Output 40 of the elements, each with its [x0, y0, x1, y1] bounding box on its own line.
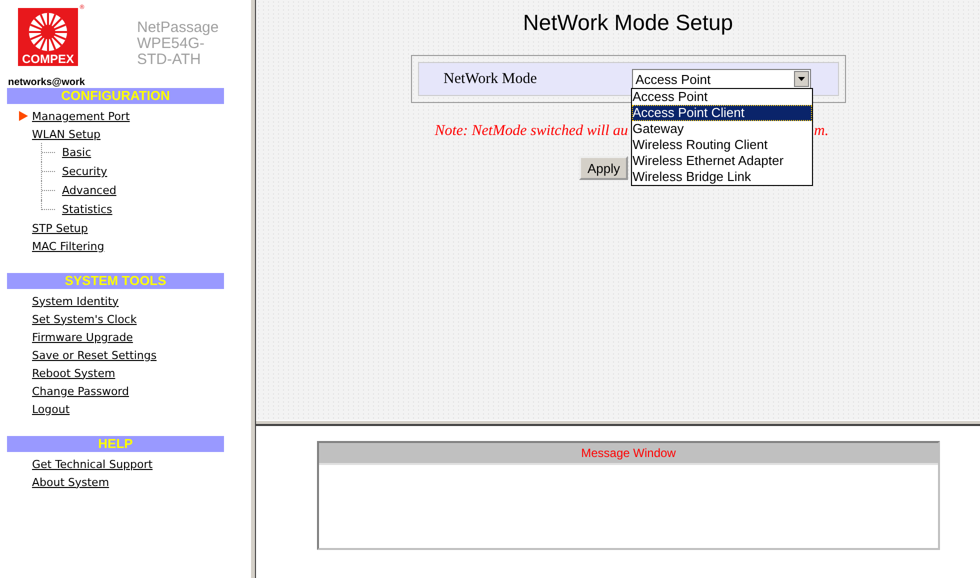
dropdown-option[interactable]: Gateway: [632, 121, 812, 137]
section-header: SYSTEM TOOLS: [7, 273, 224, 289]
tagline: networks@work: [8, 77, 86, 88]
mode-select[interactable]: Access Point: [632, 69, 810, 89]
sidebar-link[interactable]: Change Password: [32, 384, 129, 398]
dropdown-option[interactable]: Wireless Bridge Link: [632, 169, 812, 185]
sidebar-link[interactable]: About System: [32, 476, 110, 488]
sidebar-link[interactable]: Get Technical Support: [32, 458, 153, 470]
product-name: NetPassage: [137, 20, 219, 36]
sidebar-link[interactable]: WLAN Setup: [32, 128, 101, 140]
apply-button[interactable]: Apply: [579, 156, 628, 180]
dropdown-option[interactable]: Access Point Client: [632, 105, 812, 121]
sidebar-link[interactable]: Firmware Upgrade: [32, 330, 133, 344]
sidebar-link[interactable]: Logout: [32, 402, 70, 416]
section-header: CONFIGURATION: [7, 88, 224, 104]
product-name: STD-ATH: [137, 52, 202, 68]
product-name: WPE54G-: [137, 36, 205, 52]
sidebar-link[interactable]: STP Setup: [32, 222, 88, 234]
sidebar-link[interactable]: Management Port: [32, 110, 130, 122]
dropdown-option[interactable]: Wireless Ethernet Adapter: [632, 153, 812, 169]
sidebar-link[interactable]: Basic: [62, 146, 92, 159]
sidebar-link[interactable]: System Identity: [32, 294, 119, 308]
note-text: Note: NetMode switched will au: [434, 123, 628, 140]
page-title: NetWork Mode Setup: [523, 10, 733, 36]
sidebar-link[interactable]: MAC Filtering: [32, 240, 104, 252]
sidebar-link[interactable]: Security: [62, 165, 108, 178]
sidebar-link[interactable]: Statistics: [62, 203, 112, 216]
dropdown-option[interactable]: Wireless Routing Client: [632, 137, 812, 153]
sidebar-link[interactable]: Advanced: [62, 184, 116, 197]
sidebar-link[interactable]: Save or Reset Settings: [32, 348, 157, 362]
section-header: HELP: [7, 436, 224, 452]
message-window-title: Message Window: [319, 443, 938, 465]
dropdown-option[interactable]: Access Point: [632, 89, 812, 105]
dropdown-arrow-icon: [798, 77, 804, 81]
logo-text: COMPEX: [22, 52, 74, 66]
field-label: NetWork Mode: [444, 70, 538, 88]
sidebar-link[interactable]: Reboot System: [32, 366, 116, 380]
sunburst-icon: [26, 12, 70, 52]
sidebar-link[interactable]: Set System's Clock: [32, 312, 137, 326]
note-text: m.: [814, 123, 829, 140]
